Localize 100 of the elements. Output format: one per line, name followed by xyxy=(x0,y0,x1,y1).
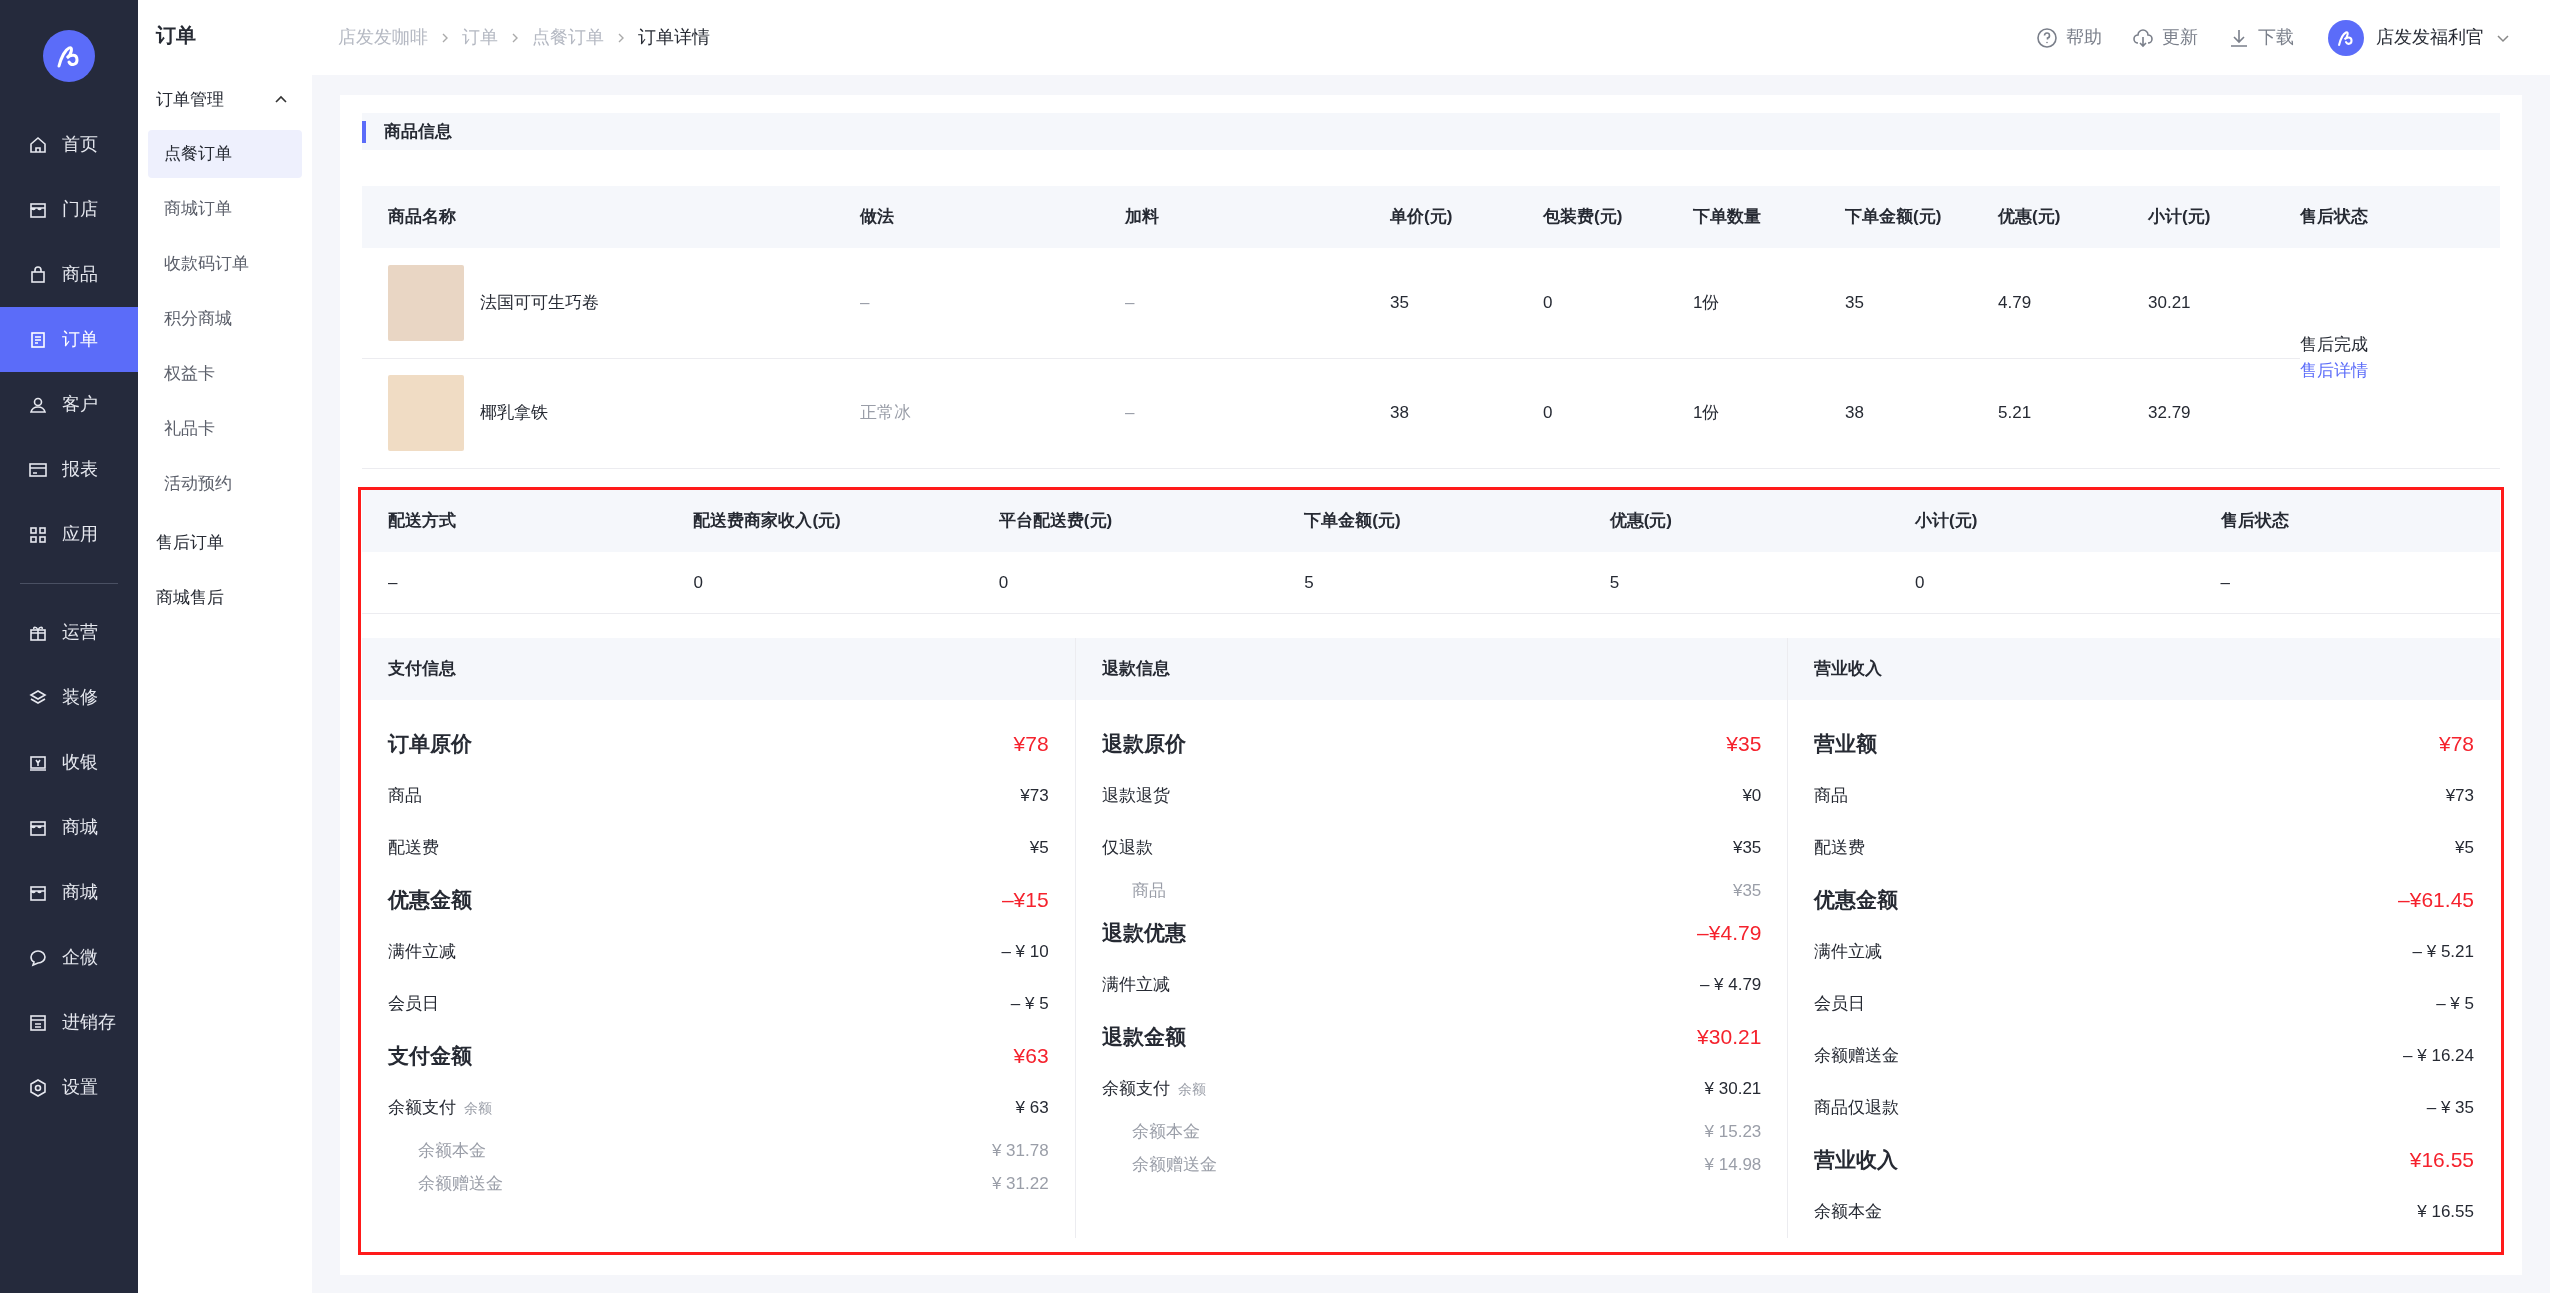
amount: –¥61.45 xyxy=(2398,887,2474,914)
amount: ¥78 xyxy=(1013,731,1049,758)
nav-item[interactable]: 权益卡 xyxy=(148,350,302,398)
nav-item[interactable]: 点餐订单 xyxy=(148,130,302,178)
sidebar-item[interactable]: 企微 xyxy=(0,925,138,990)
panel-title: 退款信息 xyxy=(1101,658,1170,681)
table-cell: – xyxy=(860,293,870,312)
sidebar-item[interactable]: 设置 xyxy=(0,1055,138,1120)
sidebar-item[interactable]: 报表 xyxy=(0,437,138,502)
line-label: 余额赠送金 xyxy=(1814,1045,1900,1068)
amount: ¥35 xyxy=(1732,879,1762,902)
amount: ¥35 xyxy=(1726,731,1762,758)
after-sale-status: 售后完成 xyxy=(2300,334,2369,357)
nav-item[interactable]: 售后订单 xyxy=(148,515,302,570)
table-cell: 1份 xyxy=(1693,293,1720,312)
nav-item[interactable]: 商城订单 xyxy=(148,185,302,233)
table-cell: 38 xyxy=(1845,403,1864,423)
user-name[interactable]: 店发发福利官 xyxy=(2376,24,2484,51)
table-cell: – xyxy=(388,572,398,592)
column-header: 优惠(元) xyxy=(1609,510,1672,530)
sidebar-item[interactable]: 订单 xyxy=(0,307,138,372)
table-cell: 35 xyxy=(1845,293,1864,312)
sidebar-item[interactable]: 进销存 xyxy=(0,990,138,1055)
nav-group[interactable]: 订单管理 xyxy=(148,70,302,130)
table-cell: 正常冰 xyxy=(860,403,911,423)
line-label: 订单原价 xyxy=(388,731,472,758)
toolbar-button[interactable]: 更新 xyxy=(2132,24,2198,51)
toolbar-button[interactable]: 下载 xyxy=(2228,24,2294,51)
amount: ¥73 xyxy=(1020,785,1049,808)
line-label: 退款退货 xyxy=(1101,785,1170,808)
nav-item[interactable]: 礼品卡 xyxy=(148,405,302,453)
amount: ¥5 xyxy=(2455,837,2474,860)
amount: ¥ 31.78 xyxy=(991,1139,1049,1162)
sidebar-item[interactable]: 商城 xyxy=(0,860,138,925)
nav-item[interactable]: 积分商城 xyxy=(148,295,302,343)
amount: – ¥ 4.79 xyxy=(1699,974,1762,997)
product-name: 法国可可生巧卷 xyxy=(480,292,599,314)
column-header: 优惠(元) xyxy=(1998,207,2061,227)
column-header: 包装费(元) xyxy=(1543,207,1623,227)
toolbar-button[interactable]: 帮助 xyxy=(2036,24,2102,51)
table-cell: 0 xyxy=(1543,403,1553,423)
table-cell: 35 xyxy=(1390,293,1409,312)
line-label: 余额支付 xyxy=(1101,1078,1170,1101)
column-header: 售后状态 xyxy=(2300,207,2368,227)
cloud-download-icon xyxy=(2132,26,2154,49)
chevron-right-icon xyxy=(440,31,450,44)
logo-icon xyxy=(43,30,95,82)
note-label: 余额 xyxy=(464,1099,492,1119)
line-label: 满件立减 xyxy=(388,941,456,964)
document-icon xyxy=(28,329,48,350)
table-cell: 0 xyxy=(998,572,1009,592)
line-label: 商品 xyxy=(388,785,422,808)
amount: ¥0 xyxy=(1742,785,1762,808)
table-cell: 1份 xyxy=(1693,403,1720,423)
sidebar-item[interactable]: 装修 xyxy=(0,665,138,730)
line-label: 余额本金 xyxy=(1814,1201,1883,1224)
amount: ¥ 63 xyxy=(1015,1097,1049,1120)
table-cell: 0 xyxy=(693,572,703,592)
grid-icon xyxy=(28,524,48,545)
help-icon xyxy=(2036,26,2058,49)
sidebar-item[interactable]: 应用 xyxy=(0,502,138,567)
amount: ¥30.21 xyxy=(1697,1024,1762,1051)
shopping-bag-icon xyxy=(28,264,48,285)
line-label: 余额赠送金 xyxy=(1131,1153,1217,1176)
line-label: 余额支付 xyxy=(388,1097,456,1120)
nav-item[interactable]: 商城售后 xyxy=(148,570,302,625)
chevron-right-icon xyxy=(616,31,626,44)
column-header: 下单数量 xyxy=(1693,207,1761,227)
panel-title: 营业收入 xyxy=(1814,658,1883,681)
sidebar-item[interactable]: 收银 xyxy=(0,730,138,795)
sidebar-item[interactable]: 门店 xyxy=(0,177,138,242)
amount: ¥ 30.21 xyxy=(1704,1078,1762,1101)
line-label: 支付金额 xyxy=(388,1043,472,1070)
table-cell: 0 xyxy=(1915,572,1925,592)
line-label: 优惠金额 xyxy=(388,887,472,914)
amount: – ¥ 5 xyxy=(1010,993,1049,1016)
line-label: 会员日 xyxy=(388,993,439,1016)
table-cell: 4.79 xyxy=(1998,293,2032,312)
sidebar-item[interactable]: 商品 xyxy=(0,242,138,307)
line-label: 配送费 xyxy=(1814,837,1866,860)
amount: ¥ 16.55 xyxy=(2417,1201,2474,1224)
sidebar-item[interactable]: 首页 xyxy=(0,112,138,177)
amount: ¥ 15.23 xyxy=(1704,1120,1762,1143)
sidebar-item[interactable]: 商城 xyxy=(0,795,138,860)
line-label: 仅退款 xyxy=(1101,837,1153,860)
amount: ¥73 xyxy=(2445,785,2474,808)
sidebar-item[interactable]: 客户 xyxy=(0,372,138,437)
column-header: 小计(元) xyxy=(2148,207,2211,227)
table-cell: 5.21 xyxy=(1998,403,2032,423)
amount: ¥ 31.22 xyxy=(991,1172,1049,1195)
nav-item[interactable]: 收款码订单 xyxy=(148,240,302,288)
nav-item[interactable]: 活动预约 xyxy=(148,460,302,508)
line-label: 余额本金 xyxy=(1131,1120,1200,1143)
settings-icon xyxy=(28,1077,48,1098)
after-sale-link[interactable]: 售后详情 xyxy=(2300,360,2368,380)
column-header: 配送方式 xyxy=(388,510,456,530)
amount: –¥15 xyxy=(1001,887,1049,914)
table-cell: 5 xyxy=(1609,572,1620,592)
column-header: 商品名称 xyxy=(388,207,456,227)
sidebar-item[interactable]: 运营 xyxy=(0,600,138,665)
